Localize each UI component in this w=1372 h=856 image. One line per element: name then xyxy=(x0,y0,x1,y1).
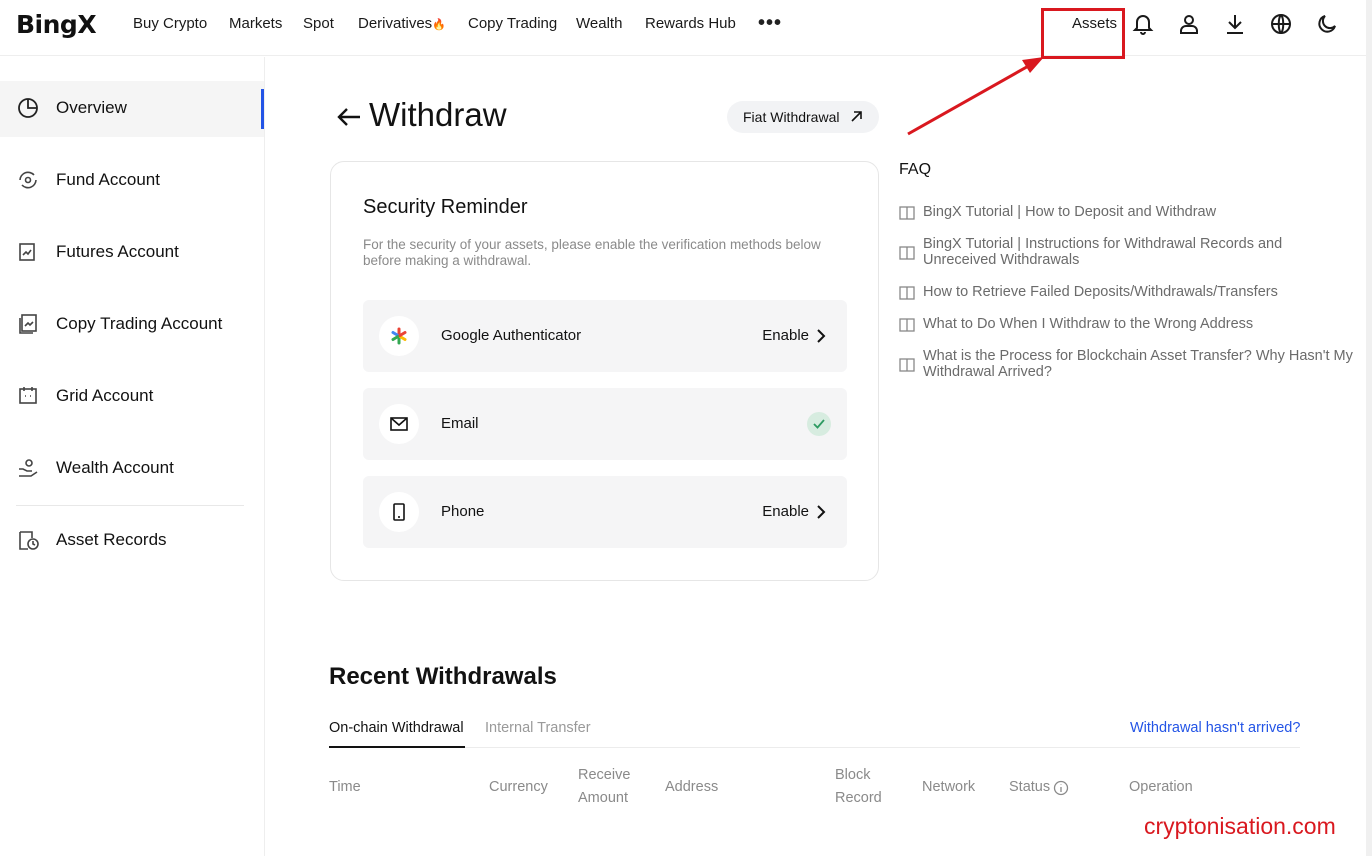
book-icon xyxy=(899,286,915,300)
email-row: Email xyxy=(363,388,847,460)
check-icon xyxy=(807,412,831,436)
back-arrow-icon[interactable] xyxy=(336,104,362,130)
faq-link[interactable]: What is the Process for Blockchain Asset… xyxy=(923,348,1359,380)
column-header-status: Status xyxy=(1009,779,1051,795)
column-header-operation: Operation xyxy=(1129,779,1193,795)
sidebar-item-futures-account[interactable]: Futures Account xyxy=(0,225,264,281)
nav-rewards-hub[interactable]: Rewards Hub xyxy=(645,15,736,32)
nav-spot[interactable]: Spot xyxy=(303,15,334,32)
withdrawal-not-arrived-link[interactable]: Withdrawal hasn't arrived? xyxy=(1130,720,1300,736)
column-header-receive-amount: Receive Amount xyxy=(578,767,631,806)
sidebar-item-label: Futures Account xyxy=(56,242,179,261)
tab-on-chain-withdrawal[interactable]: On-chain Withdrawal xyxy=(329,720,464,736)
sidebar-divider xyxy=(16,505,244,506)
bingx-logo[interactable]: BingX xyxy=(16,10,97,39)
annotation-highlight-box xyxy=(1041,8,1125,59)
column-header-block-record: Block Record xyxy=(835,767,882,806)
sidebar-item-label: Copy Trading Account xyxy=(56,314,223,333)
sidebar-item-grid-account[interactable]: Grid Account xyxy=(0,369,264,425)
sidebar-item-fund-account[interactable]: Fund Account xyxy=(0,153,264,209)
nav-derivatives[interactable]: Derivatives🔥 xyxy=(358,15,446,32)
faq-title: FAQ xyxy=(899,161,932,178)
sidebar-item-label: Wealth Account xyxy=(56,458,174,477)
top-navigation: BingX Buy Crypto Markets Spot Derivative… xyxy=(0,0,1366,59)
method-label: Email xyxy=(441,415,479,432)
copy-trading-icon xyxy=(19,314,37,334)
column-header-time: Time xyxy=(329,779,361,795)
column-header-network: Network xyxy=(922,779,976,795)
sidebar-item-wealth-account[interactable]: Wealth Account xyxy=(0,441,264,497)
fund-icon xyxy=(19,171,37,189)
phone-icon xyxy=(379,492,419,532)
column-header-currency: Currency xyxy=(489,779,548,795)
nav-wealth[interactable]: Wealth xyxy=(576,15,622,32)
futures-icon xyxy=(19,243,35,261)
book-icon xyxy=(899,206,915,220)
sidebar-item-copy-trading-account[interactable]: Copy Trading Account xyxy=(0,297,264,353)
sidebar-item-label: Grid Account xyxy=(56,386,154,405)
tabs-divider xyxy=(329,747,1300,748)
recent-withdrawals-title: Recent Withdrawals xyxy=(329,663,557,690)
chevron-right-icon xyxy=(817,329,826,343)
google-authenticator-icon xyxy=(379,316,419,356)
wealth-icon xyxy=(19,459,38,477)
sidebar-item-label: Fund Account xyxy=(56,170,160,189)
google-authenticator-row[interactable]: Google Authenticator Enable xyxy=(363,300,847,372)
column-header-address: Address xyxy=(665,779,719,795)
method-label: Google Authenticator xyxy=(441,327,582,344)
moon-icon[interactable] xyxy=(1315,12,1339,36)
sidebar-item-label: Overview xyxy=(56,98,127,117)
download-icon[interactable] xyxy=(1223,12,1247,36)
user-icon[interactable] xyxy=(1177,12,1201,36)
globe-icon[interactable] xyxy=(1269,12,1293,36)
fiat-withdrawal-button[interactable]: Fiat Withdrawal xyxy=(727,101,879,133)
phone-row[interactable]: Phone Enable xyxy=(363,476,847,548)
info-icon[interactable] xyxy=(1053,780,1069,796)
tab-internal-transfer[interactable]: Internal Transfer xyxy=(485,720,591,736)
chevron-right-icon xyxy=(817,505,826,519)
faq-link[interactable]: How to Retrieve Failed Deposits/Withdraw… xyxy=(923,284,1359,300)
watermark: cryptonisation.com xyxy=(1144,813,1336,839)
page-title: Withdraw xyxy=(369,96,507,133)
method-label: Phone xyxy=(441,503,485,520)
records-icon xyxy=(19,531,39,550)
book-icon xyxy=(899,318,915,332)
mail-icon xyxy=(379,404,419,444)
enable-google-authenticator-button[interactable]: Enable xyxy=(762,327,809,344)
nav-copy-trading[interactable]: Copy Trading xyxy=(468,15,557,32)
sidebar-item-asset-records[interactable]: Asset Records xyxy=(0,513,264,569)
nav-derivatives-label: Derivatives xyxy=(358,15,433,32)
enable-phone-button[interactable]: Enable xyxy=(762,503,809,520)
bell-icon[interactable] xyxy=(1131,12,1155,36)
security-reminder-card: Security Reminder For the security of yo… xyxy=(330,161,879,581)
faq-link[interactable]: BingX Tutorial | How to Deposit and With… xyxy=(923,204,1359,220)
fiat-withdrawal-label: Fiat Withdrawal xyxy=(743,109,840,125)
grid-icon xyxy=(19,387,37,404)
pie-chart-icon xyxy=(18,98,38,118)
fire-icon: 🔥 xyxy=(432,19,446,31)
nav-buy-crypto[interactable]: Buy Crypto xyxy=(133,15,207,32)
active-tab-indicator xyxy=(329,746,465,748)
faq-link[interactable]: BingX Tutorial | Instructions for Withdr… xyxy=(923,236,1359,268)
faq-link[interactable]: What to Do When I Withdraw to the Wrong … xyxy=(923,316,1359,332)
page-scrollbar[interactable] xyxy=(1366,0,1372,856)
nav-markets[interactable]: Markets xyxy=(229,15,282,32)
security-reminder-title: Security Reminder xyxy=(363,196,528,218)
sidebar-item-overview[interactable]: Overview xyxy=(0,81,264,137)
sidebar: Overview Fund Account Futures Account Co… xyxy=(0,57,265,856)
book-icon xyxy=(899,246,915,260)
security-reminder-description: For the security of your assets, please … xyxy=(363,237,821,268)
book-icon xyxy=(899,358,915,372)
more-menu-icon[interactable]: ••• xyxy=(758,12,782,35)
sidebar-item-label: Asset Records xyxy=(56,530,167,549)
external-link-icon xyxy=(851,111,862,122)
